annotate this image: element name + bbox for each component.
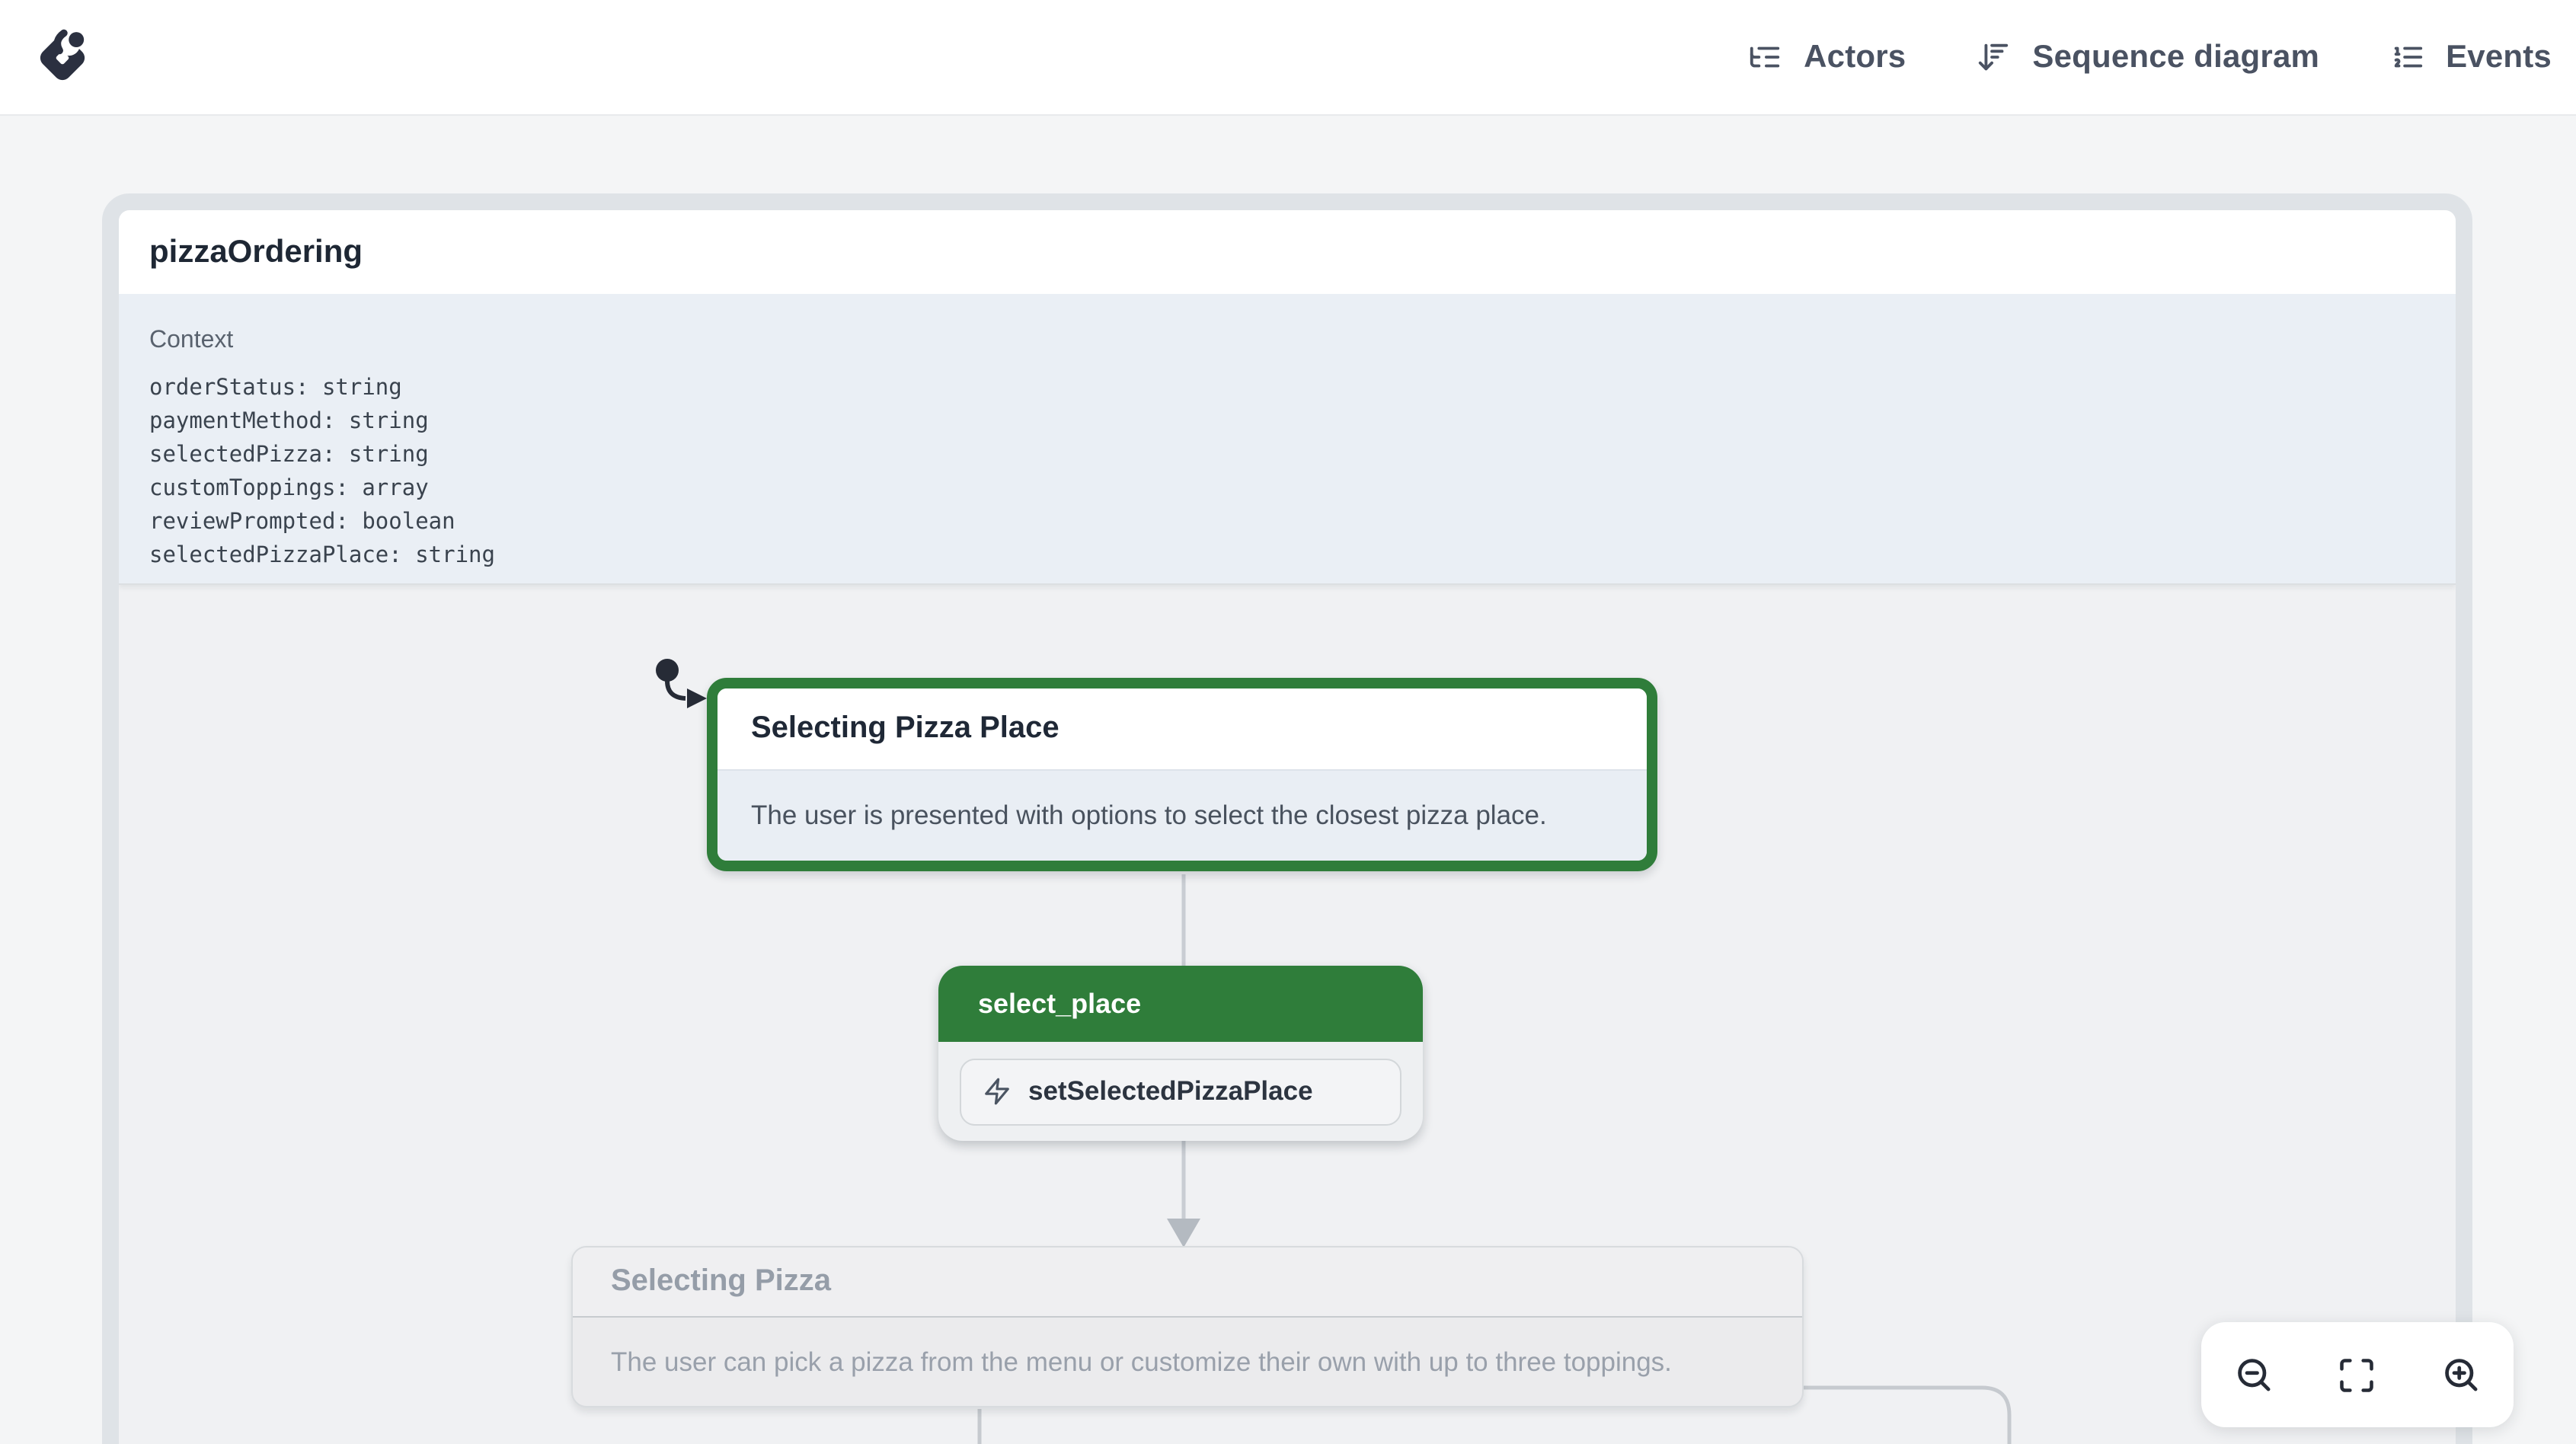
nav-item-sequence-diagram[interactable]: Sequence diagram	[1976, 39, 2319, 75]
event-node-body: setSelectedPizzaPlace	[938, 1042, 1423, 1141]
action-label: setSelectedPizzaPlace	[1028, 1075, 1313, 1106]
state-description: The user is presented with options to se…	[751, 800, 1547, 830]
context-line: reviewPrompted: boolean	[149, 510, 455, 535]
state-title: Selecting Pizza Place	[751, 711, 1059, 745]
lightning-icon	[985, 1078, 1009, 1105]
initial-state-marker-icon	[656, 659, 707, 708]
context-line: selectedPizza: string	[149, 443, 429, 468]
list-ordered-icon	[2393, 46, 2422, 68]
app-root: pizzaOrdering Context orderStatus: strin…	[0, 0, 2576, 1444]
state-node-body: The user is presented with options to se…	[718, 769, 1647, 861]
nav-label: Sequence diagram	[2032, 39, 2320, 74]
context-panel[interactable]: Context orderStatus: string paymentMetho…	[119, 294, 2456, 585]
event-node-header: select_place	[938, 966, 1423, 1042]
event-label: select_place	[978, 988, 1142, 1018]
zoom-out-icon	[2237, 1359, 2270, 1391]
state-title: Selecting Pizza	[611, 1264, 831, 1298]
machine-title: pizzaOrdering	[149, 234, 363, 269]
list-tree-icon	[1750, 46, 1780, 68]
nav-item-actors[interactable]: Actors	[1747, 39, 1906, 75]
nav-label: Events	[2446, 39, 2552, 74]
nav-item-events[interactable]: Events	[2389, 39, 2552, 75]
zoom-out-button[interactable]	[2220, 1341, 2287, 1408]
fit-view-button[interactable]	[2324, 1341, 2391, 1408]
zoom-in-button[interactable]	[2428, 1341, 2495, 1408]
machine-title-row[interactable]: pizzaOrdering	[119, 210, 2456, 294]
context-line: selectedPizzaPlace: string	[149, 544, 495, 568]
state-node-header: Selecting Pizza	[573, 1248, 1802, 1318]
app-header: Actors Sequence diagram Events	[0, 0, 2576, 116]
zoom-in-icon	[2445, 1359, 2479, 1391]
stately-logo-icon[interactable]	[27, 22, 97, 92]
action-chip[interactable]: setSelectedPizzaPlace	[960, 1058, 1401, 1125]
state-node-selecting-pizza[interactable]: Selecting Pizza The user can pick a pizz…	[571, 1246, 1804, 1407]
context-line: customToppings: array	[149, 477, 429, 501]
context-label: Context	[149, 327, 234, 353]
context-line: paymentMethod: string	[149, 410, 429, 434]
state-description: The user can pick a pizza from the menu …	[611, 1346, 1672, 1376]
zoom-controls	[2201, 1322, 2514, 1427]
state-node-body: The user can pick a pizza from the menu …	[573, 1318, 1802, 1406]
arrow-down-wide-narrow-icon	[1979, 43, 2009, 71]
context-line: orderStatus: string	[149, 376, 402, 401]
state-node-selecting-pizza-place[interactable]: Selecting Pizza Place The user is presen…	[707, 678, 1657, 871]
state-node-header: Selecting Pizza Place	[718, 688, 1647, 769]
fit-view-icon	[2341, 1358, 2374, 1391]
app-nav: Actors Sequence diagram Events	[1747, 39, 2552, 75]
nav-label: Actors	[1804, 39, 1906, 74]
event-node-select-place[interactable]: select_place setSelectedPizzaPlace	[938, 966, 1423, 1141]
